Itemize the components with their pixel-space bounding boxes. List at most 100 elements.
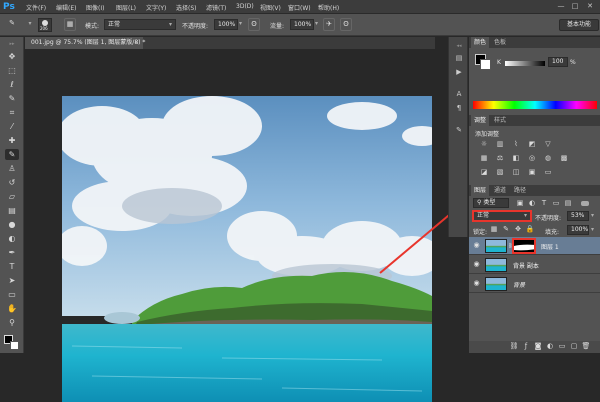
tab-styles[interactable]: 样式 [491,115,509,126]
minimize-button[interactable]: — [556,2,566,11]
menu-type[interactable]: 文字(Y) [146,3,166,12]
character-panel-icon[interactable]: A [453,89,465,100]
filter-toggle-switch[interactable] [581,201,589,206]
quick-select-tool-icon[interactable]: ✎ [5,93,19,104]
healing-tool-icon[interactable]: ✚ [5,135,19,146]
brush-tool-icon[interactable]: ✎ [5,149,19,160]
invert-icon[interactable]: ◪ [479,168,489,177]
filter-smart-object-icon[interactable]: ▤ [563,199,573,208]
exposure-icon[interactable]: ◩ [527,140,537,149]
layer-row[interactable]: ◉ 背景 副本 [469,256,600,274]
levels-icon[interactable]: ▥ [495,140,505,149]
shape-tool-icon[interactable]: ▭ [5,289,19,300]
layer-name[interactable]: 背景 副本 [513,261,539,270]
layer-opacity-input[interactable]: 53% [567,211,589,221]
new-group-icon[interactable]: ▭ [557,342,567,351]
selective-color-icon[interactable]: ▣ [527,168,537,177]
vibrance-icon[interactable]: ▽ [543,140,553,149]
color-panel-background-swatch[interactable] [480,59,491,70]
eye-icon[interactable]: ◉ [472,279,481,288]
color-value-input[interactable]: 100 [548,57,568,67]
photo-filter-icon[interactable]: ◎ [527,154,537,163]
close-document-icon[interactable]: × [134,37,139,49]
canvas-area[interactable] [25,49,463,402]
layer-name[interactable]: 背景 [513,280,525,289]
maximize-button[interactable]: □ [570,2,580,11]
menu-layer[interactable]: 图层(L) [116,3,136,12]
lock-transparent-icon[interactable]: ▦ [489,225,499,234]
filter-type-icon[interactable]: T [539,199,549,208]
filter-shape-icon[interactable]: ▭ [551,199,561,208]
tab-swatches[interactable]: 色板 [491,37,509,48]
eye-icon[interactable]: ◉ [472,241,481,250]
preset-dropdown-icon[interactable]: ▾ [24,18,36,31]
opacity-dropdown-icon[interactable]: ▾ [239,20,242,27]
type-tool-icon[interactable]: T [5,261,19,272]
brush-settings-panel-icon[interactable]: ✎ [453,125,465,136]
layer-style-icon[interactable]: ƒ [521,342,531,351]
actions-panel-icon[interactable]: ▶ [453,67,465,78]
opacity-input[interactable]: 100% [214,19,238,30]
menu-help[interactable]: 帮助(H) [318,3,339,12]
brush-panel-toggle-icon[interactable]: ▦ [64,18,76,31]
hue-saturation-icon[interactable]: ▦ [479,154,489,163]
color-lookup-icon[interactable]: ▩ [559,154,569,163]
posterize-icon[interactable]: ▧ [495,168,505,177]
airbrush-icon[interactable]: ✈ [323,18,335,31]
background-color-swatch[interactable] [10,341,19,350]
menu-view[interactable]: 视图(V) [260,3,281,12]
color-spectrum-bar[interactable] [473,101,597,109]
workspace-button[interactable]: 基本功能 [559,19,599,31]
paragraph-panel-icon[interactable]: ¶ [453,103,465,114]
document-tab[interactable]: 001.jpg @ 75.7% (图层 1, 图层蒙版/8) * × [25,37,145,49]
toolbar-grip[interactable]: ▸▸ [5,39,19,50]
tab-adjustments[interactable]: 调整 [471,115,490,126]
menu-window[interactable]: 窗口(W) [288,3,311,12]
move-tool-icon[interactable]: ✥ [5,51,19,62]
lock-all-icon[interactable]: 🔒 [525,225,535,234]
path-select-tool-icon[interactable]: ➤ [5,275,19,286]
black-white-icon[interactable]: ◧ [511,154,521,163]
dodge-tool-icon[interactable]: ◐ [5,233,19,244]
hand-tool-icon[interactable]: ✋ [5,303,19,314]
lasso-tool-icon[interactable]: ℓ [5,79,19,90]
mode-select[interactable]: 正常 ▾ [104,19,176,30]
pen-tool-icon[interactable]: ✒ [5,247,19,258]
layer-filter-kind-select[interactable]: ⚲ 类型 [473,198,509,208]
eraser-tool-icon[interactable]: ▱ [5,191,19,202]
flow-input[interactable]: 100% [290,19,314,30]
link-layers-icon[interactable]: ⛓ [509,342,519,351]
menu-select[interactable]: 选择(S) [176,3,197,12]
layer-name[interactable]: 图层 1 [541,242,559,251]
blend-mode-select[interactable]: 正常 ▾ [472,210,532,222]
pressure-size-icon[interactable]: ʘ [340,18,352,31]
brush-size-picker[interactable]: 206 [38,18,52,32]
layer-opacity-dropdown-icon[interactable]: ▾ [591,212,594,219]
history-panel-icon[interactable]: ▤ [453,53,465,64]
new-adjustment-layer-icon[interactable]: ◐ [545,342,555,351]
tab-paths[interactable]: 路径 [511,185,529,196]
filter-pixel-icon[interactable]: ▣ [515,199,525,208]
blur-tool-icon[interactable]: ● [5,219,19,230]
layer-mask-thumbnail[interactable] [512,238,536,254]
eye-icon[interactable]: ◉ [472,260,481,269]
filter-adjustment-icon[interactable]: ◐ [527,199,537,208]
layer-row[interactable]: ◉ 背景 [469,275,600,293]
tab-layers[interactable]: 图层 [471,185,490,196]
color-balance-icon[interactable]: ⚖ [495,154,505,163]
new-layer-icon[interactable]: ▢ [569,342,579,351]
gradient-tool-icon[interactable]: ▤ [5,205,19,216]
flow-dropdown-icon[interactable]: ▾ [315,20,318,27]
menu-edit[interactable]: 编辑(E) [56,3,76,12]
menu-file[interactable]: 文件(F) [26,3,46,12]
tab-color[interactable]: 颜色 [471,37,490,48]
layer-row[interactable]: ◉ ⛓ 图层 1 [469,237,600,255]
fill-input[interactable]: 100% [567,225,589,235]
brush-tool-preset-icon[interactable]: ✎ [6,18,18,31]
marquee-tool-icon[interactable]: ⬚ [5,65,19,76]
delete-layer-icon[interactable]: 🗑 [581,342,591,351]
brightness-contrast-icon[interactable]: ☼ [479,140,489,149]
gradient-map-icon[interactable]: ▭ [543,168,553,177]
history-brush-tool-icon[interactable]: ↺ [5,177,19,188]
zoom-tool-icon[interactable]: ⚲ [5,317,19,328]
